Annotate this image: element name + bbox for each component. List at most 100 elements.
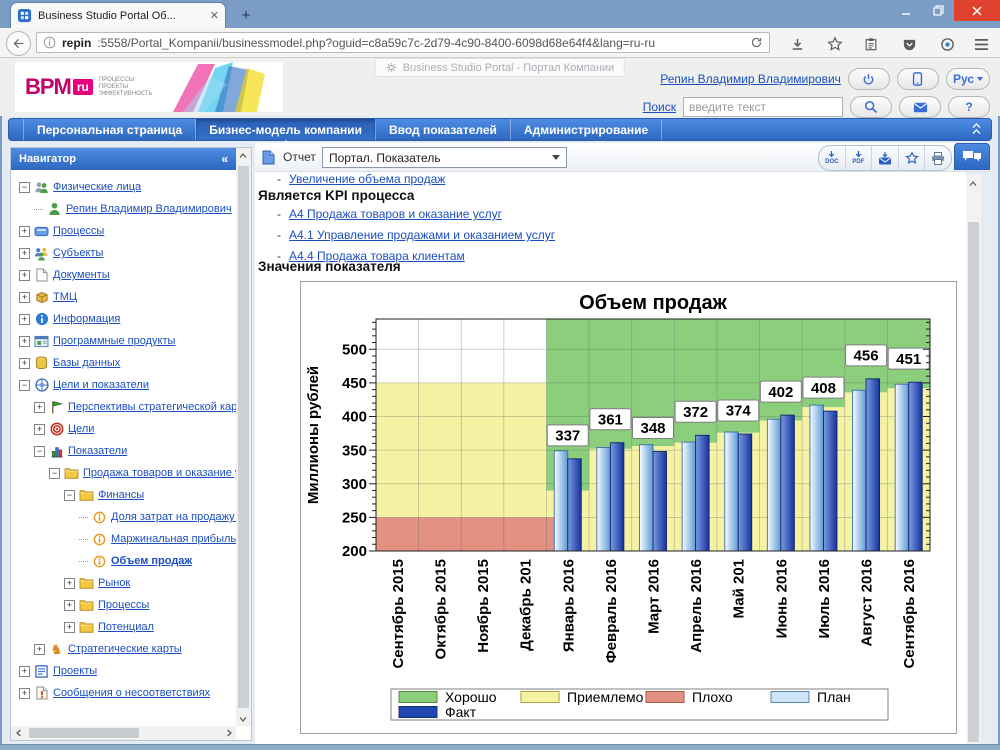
sidebar-tree-item[interactable]: − Физические лица	[11, 176, 236, 198]
bookmark-star-button[interactable]	[826, 35, 844, 53]
sidebar-tree-item[interactable]: +Цели	[11, 418, 236, 440]
collapse-node-icon[interactable]: −	[19, 182, 30, 193]
logout-button[interactable]	[848, 68, 890, 90]
nav-tab-2[interactable]: Ввод показателей	[376, 119, 511, 140]
sidebar-tree-item[interactable]: +Субъекты	[11, 242, 236, 264]
tree-item-label[interactable]: Маржинальная прибыль	[111, 533, 236, 545]
close-window-button[interactable]	[954, 0, 1000, 21]
nav-tab-3[interactable]: Администрирование	[511, 119, 662, 140]
sidebar-tree-item[interactable]: − Показатели	[11, 440, 236, 462]
sidebar-tree-item[interactable]: − Цели и показатели	[11, 374, 236, 396]
send-mail-button[interactable]	[871, 146, 898, 170]
sidebar-tree-item[interactable]: Доля затрат на продажу и логис	[11, 506, 236, 528]
sidebar-tree-item[interactable]: + Базы данных	[11, 352, 236, 374]
scrollbar-thumb[interactable]	[29, 728, 139, 738]
collapse-node-icon[interactable]: −	[19, 380, 30, 391]
scroll-up-icon[interactable]	[966, 176, 980, 190]
sidebar-tree-item[interactable]: + Перспективы стратегической карты	[11, 396, 236, 418]
test-pilot-button[interactable]	[938, 35, 956, 53]
report-select[interactable]: Портал. Показатель	[322, 147, 567, 168]
nav-tab-0[interactable]: Персональная страница	[23, 119, 196, 140]
tree-item-label[interactable]: Субъекты	[53, 247, 103, 259]
new-tab-button[interactable]: +	[232, 6, 260, 26]
messages-button[interactable]	[899, 96, 941, 118]
collapse-header-button[interactable]	[972, 123, 981, 134]
sidebar-vertical-scrollbar[interactable]	[236, 148, 251, 726]
sidebar-tree-item[interactable]: −Продажа товаров и оказание услуг	[11, 462, 236, 484]
search-button[interactable]	[850, 96, 892, 118]
expand-node-icon[interactable]: +	[19, 336, 30, 347]
scroll-left-icon[interactable]	[11, 726, 25, 740]
expand-node-icon[interactable]: +	[19, 666, 30, 677]
tree-item-label[interactable]: Показатели	[68, 445, 127, 457]
tree-item-label[interactable]: Репин Владимир Владимирович	[66, 203, 232, 215]
downloads-button[interactable]	[788, 35, 806, 53]
tree-item-label[interactable]: Цели и показатели	[53, 379, 149, 391]
sidebar-tree-item[interactable]: + Информация	[11, 308, 236, 330]
menu-button[interactable]	[972, 35, 990, 53]
tree-item-label[interactable]: Потенциал	[98, 621, 154, 633]
tree-item-label[interactable]: Документы	[53, 269, 110, 281]
expand-node-icon[interactable]: +	[34, 644, 45, 655]
tree-item-label[interactable]: Физические лица	[53, 181, 141, 193]
expand-node-icon[interactable]: +	[19, 358, 30, 369]
maximize-button[interactable]	[922, 0, 954, 21]
expand-node-icon[interactable]: +	[64, 578, 75, 589]
address-bar[interactable]: repin:5558/Portal_Kompanii/businessmodel…	[36, 32, 770, 53]
collapse-sidebar-icon[interactable]: «	[221, 152, 228, 166]
tree-item-label[interactable]: ТМЦ	[53, 291, 77, 303]
print-button[interactable]	[924, 146, 951, 170]
sidebar-tree-item[interactable]: Репин Владимир Владимирович	[11, 198, 236, 220]
sidebar-tree-item[interactable]: + Процессы	[11, 220, 236, 242]
scroll-up-icon[interactable]	[236, 148, 250, 162]
expand-node-icon[interactable]: +	[64, 600, 75, 611]
tree-item-label[interactable]: Доля затрат на продажу и логис	[111, 511, 236, 523]
expand-node-icon[interactable]: +	[19, 226, 30, 237]
kpi-process-link[interactable]: A4 Продажа товаров и оказание услуг	[289, 207, 502, 221]
expand-node-icon[interactable]: +	[19, 270, 30, 281]
scroll-right-icon[interactable]	[222, 726, 236, 740]
user-name-link[interactable]: Репин Владимир Владимирович	[660, 72, 841, 86]
sidebar-tree-item[interactable]: + Потенциал	[11, 616, 236, 638]
tree-item-label[interactable]: Процессы	[53, 225, 104, 237]
tree-item-label[interactable]: Стратегические карты	[68, 643, 182, 655]
sidebar-tree-item[interactable]: +Проекты	[11, 660, 236, 682]
help-button[interactable]: ?	[948, 96, 990, 118]
sidebar-tree-item[interactable]: +ТМЦ	[11, 286, 236, 308]
bookmarks-menu-button[interactable]	[862, 35, 880, 53]
comments-button[interactable]	[954, 143, 990, 170]
browser-tab[interactable]: Business Studio Portal Об... ✕	[10, 2, 226, 28]
expand-node-icon[interactable]: +	[64, 622, 75, 633]
tree-item-label[interactable]: Финансы	[98, 489, 144, 501]
favorite-button[interactable]	[898, 146, 925, 170]
collapse-node-icon[interactable]: −	[34, 446, 45, 457]
sidebar-tree-item[interactable]: Маржинальная прибыль	[11, 528, 236, 550]
sidebar-horizontal-scrollbar[interactable]	[11, 726, 236, 740]
scrollbar-thumb[interactable]	[238, 166, 249, 708]
tree-item-label[interactable]: Информация	[53, 313, 120, 325]
tree-item-label[interactable]: Сообщения о несоответствиях	[53, 687, 210, 699]
tree-item-label[interactable]: Программные продукты	[53, 335, 175, 347]
tree-item-label[interactable]: Цели	[68, 423, 94, 435]
content-vertical-scrollbar[interactable]	[966, 174, 981, 744]
search-input[interactable]	[683, 97, 843, 117]
sidebar-tree-item[interactable]: −Финансы	[11, 484, 236, 506]
scroll-down-icon[interactable]	[236, 712, 250, 726]
close-tab-icon[interactable]: ✕	[210, 9, 219, 22]
tree-item-label[interactable]: Объем продаж	[111, 555, 192, 567]
tree-item-label[interactable]: Процессы	[98, 599, 149, 611]
kpi-process-link[interactable]: A4.1 Управление продажами и оказанием ус…	[289, 228, 555, 242]
tree-item-label[interactable]: Базы данных	[53, 357, 120, 369]
search-link[interactable]: Поиск	[643, 100, 676, 114]
sidebar-tree-item[interactable]: + Процессы	[11, 594, 236, 616]
tree-item-label[interactable]: Перспективы стратегической карты	[68, 401, 236, 413]
expand-node-icon[interactable]: +	[19, 314, 30, 325]
scrollbar-thumb[interactable]	[968, 222, 979, 742]
expand-node-icon[interactable]: +	[34, 402, 45, 413]
sidebar-tree-item[interactable]: + Программные продукты	[11, 330, 236, 352]
language-select[interactable]: Рус	[946, 68, 990, 90]
sidebar-tree-item[interactable]: +Сообщения о несоответствиях	[11, 682, 236, 704]
tree-item-label[interactable]: Рынок	[98, 577, 130, 589]
reload-icon[interactable]	[750, 36, 763, 49]
goal-link[interactable]: Увеличение объема продаж	[289, 172, 445, 186]
